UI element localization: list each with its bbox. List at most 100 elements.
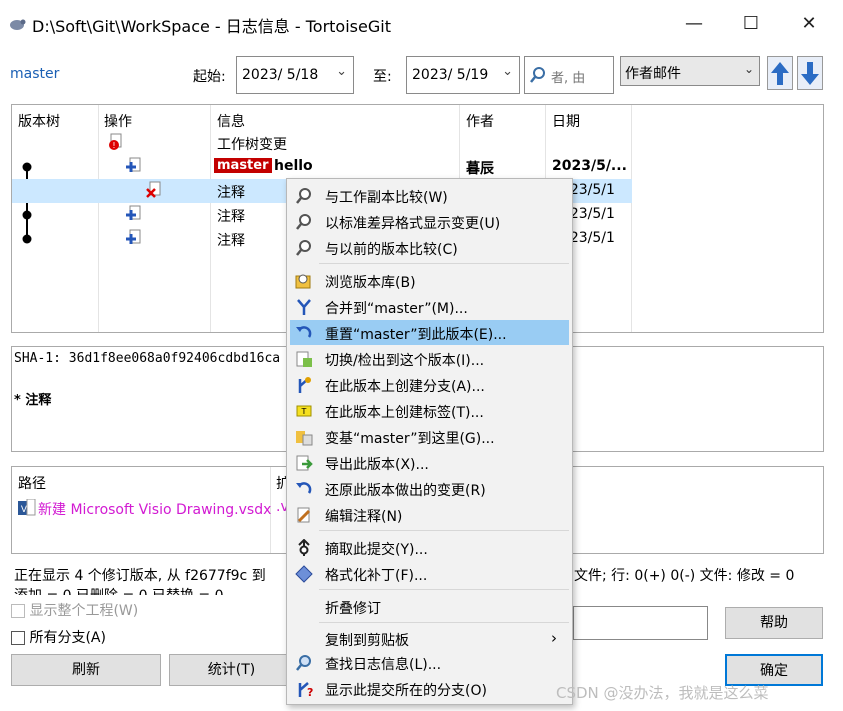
- show-branch-icon: ?: [298, 682, 313, 698]
- menu-item-label: 在此版本上创建标签(T)...: [325, 405, 484, 421]
- menu-item-collapse-revisions[interactable]: 折叠修订: [290, 594, 569, 619]
- menu-item-repo-browser[interactable]: 浏览版本库(B): [290, 268, 569, 293]
- export-icon: [296, 455, 313, 471]
- checkbox-box: [11, 604, 25, 618]
- branch-link[interactable]: master: [10, 66, 59, 82]
- menu-item-label: 与工作副本比较(W): [325, 190, 448, 206]
- svg-text:T: T: [301, 407, 307, 416]
- menu-item-compare-working-copy[interactable]: 与工作副本比较(W): [290, 183, 569, 208]
- menu-separator: [319, 263, 569, 264]
- title-bar: D:\Soft\Git\WorkSpace - 日志信息 - TortoiseG…: [0, 0, 843, 48]
- diff-icon: [296, 214, 311, 230]
- compare-prev-icon: [296, 240, 311, 256]
- column-header-author[interactable]: 作者: [466, 111, 494, 131]
- search-placeholder: 者, 由: [551, 71, 586, 86]
- log-message: hello: [274, 158, 313, 174]
- column-header-graph[interactable]: 版本树: [18, 111, 60, 131]
- filter-field-value: 作者邮件: [625, 66, 681, 82]
- commit-sha: SHA-1: 36d1f8ee068a0f92406cdbd16ca: [14, 351, 281, 366]
- menu-item-label: 以标准差异格式显示变更(U): [325, 216, 501, 232]
- checkbox-box: [11, 631, 25, 645]
- menu-item-label: 在此版本上创建分支(A)...: [325, 379, 485, 395]
- menu-item-create-tag[interactable]: T 在此版本上创建标签(T)...: [290, 398, 569, 423]
- menu-item-reset[interactable]: 重置“master”到此版本(E)...: [290, 320, 569, 345]
- menu-item-label: 与以前的版本比较(C): [325, 242, 458, 258]
- close-button[interactable]: ✕: [792, 8, 826, 40]
- log-row[interactable]: master hello 暮辰 2023/5/...: [12, 155, 632, 179]
- from-date-value: 2023/ 5/18: [242, 67, 319, 83]
- window-title: D:\Soft\Git\WorkSpace - 日志信息 - TortoiseG…: [32, 17, 391, 36]
- menu-item-merge[interactable]: 合并到“master”(M)...: [290, 294, 569, 319]
- column-header-path[interactable]: 路径: [18, 473, 46, 493]
- rebase-icon: [296, 431, 313, 446]
- text-field[interactable]: [573, 606, 708, 640]
- menu-item-label: 查找日志信息(L)...: [325, 657, 442, 673]
- menu-item-cherry-pick[interactable]: 摘取此提交(Y)...: [290, 535, 569, 560]
- status-file-stats: 文件; 行: 0(+) 0(-) 文件: 修改 = 0: [574, 568, 795, 584]
- menu-item-label: 摘取此提交(Y)...: [325, 542, 428, 558]
- menu-item-export[interactable]: 导出此版本(X)...: [290, 450, 569, 475]
- statistics-button[interactable]: 统计(T): [169, 654, 294, 686]
- chevron-right-icon: ›: [551, 629, 557, 647]
- menu-item-label: 折叠修订: [325, 601, 381, 617]
- next-button[interactable]: [797, 56, 823, 90]
- menu-item-rebase[interactable]: 变基“master”到这里(G)...: [290, 424, 569, 449]
- help-button[interactable]: 帮助: [725, 607, 823, 639]
- reset-icon: [296, 326, 312, 338]
- log-row[interactable]: ! 工作树变更: [12, 131, 632, 155]
- chevron-down-icon: ⌄: [502, 64, 513, 79]
- menu-separator: [319, 622, 569, 623]
- from-date-picker[interactable]: 2023/ 5/18 ⌄: [236, 56, 354, 94]
- chevron-down-icon: ⌄: [743, 62, 754, 76]
- column-header-date[interactable]: 日期: [552, 111, 580, 131]
- column-header-actions[interactable]: 操作: [104, 111, 132, 131]
- all-branches-label: 所有分支(A): [29, 630, 106, 646]
- menu-item-label: 浏览版本库(B): [325, 275, 416, 291]
- all-branches-checkbox[interactable]: 所有分支(A): [11, 627, 106, 647]
- column-header-message[interactable]: 信息: [217, 111, 245, 131]
- maximize-button[interactable]: ☐: [734, 8, 768, 40]
- arrow-down-icon: [801, 62, 819, 85]
- to-date-value: 2023/ 5/19: [412, 67, 489, 83]
- tag-icon: T: [296, 405, 312, 417]
- revert-icon: [296, 482, 312, 494]
- commit-message: * 注释: [14, 393, 52, 408]
- search-input[interactable]: 者, 由: [524, 56, 614, 94]
- menu-item-copy-to-clipboard[interactable]: 复制到剪贴板 ›: [290, 626, 569, 651]
- log-message: 注释: [217, 209, 245, 225]
- deleted-icon: [146, 181, 161, 198]
- menu-item-show-branches[interactable]: ? 显示此提交所在的分支(O): [290, 676, 569, 701]
- added-icon: [126, 229, 141, 244]
- tortoisegit-logo-icon: [10, 19, 26, 30]
- repo-browser-icon: [295, 274, 311, 289]
- menu-item-format-patch[interactable]: 格式化补丁(F)...: [290, 561, 569, 586]
- log-message: 工作树变更: [217, 137, 287, 153]
- menu-item-edit-note[interactable]: 编辑注释(N): [290, 502, 569, 527]
- menu-item-label: 还原此版本做出的变更(R): [325, 483, 486, 499]
- context-menu[interactable]: 与工作副本比较(W) 以标准差异格式显示变更(U) 与以前的版本比较(C) 浏览…: [286, 178, 573, 705]
- svg-text:?: ?: [307, 686, 313, 698]
- status-change-counts: 添加 = 0 已删除 = 0 已替换 = 0: [14, 585, 224, 595]
- branch-icon: [298, 377, 311, 393]
- menu-item-find-log-message[interactable]: 查找日志信息(L)...: [290, 650, 569, 675]
- status-summary: 正在显示 4 个修订版本, 从 f2677f9c 到: [14, 568, 266, 584]
- patch-icon: [295, 565, 313, 583]
- menu-item-switch-checkout[interactable]: 切换/检出到这个版本(I)...: [290, 346, 569, 371]
- log-message: 注释: [217, 185, 245, 201]
- menu-item-label: 切换/检出到这个版本(I)...: [325, 353, 485, 369]
- menu-item-unified-diff[interactable]: 以标准差异格式显示变更(U): [290, 209, 569, 234]
- menu-separator: [319, 589, 569, 590]
- to-date-picker[interactable]: 2023/ 5/19 ⌄: [406, 56, 520, 94]
- menu-item-revert[interactable]: 还原此版本做出的变更(R): [290, 476, 569, 501]
- filter-field-select[interactable]: 作者邮件 ⌄: [620, 56, 760, 86]
- minimize-button[interactable]: —: [677, 8, 711, 40]
- previous-button[interactable]: [767, 56, 793, 90]
- switch-icon: [296, 351, 312, 367]
- added-icon: [126, 157, 141, 172]
- refresh-button[interactable]: 刷新: [11, 654, 161, 686]
- show-whole-project-checkbox[interactable]: 显示整个工程(W): [11, 600, 138, 620]
- menu-item-label: 重置“master”到此版本(E)...: [325, 327, 507, 343]
- menu-item-create-branch[interactable]: 在此版本上创建分支(A)...: [290, 372, 569, 397]
- menu-item-label: 复制到剪贴板: [325, 633, 409, 649]
- menu-item-compare-previous[interactable]: 与以前的版本比较(C): [290, 235, 569, 260]
